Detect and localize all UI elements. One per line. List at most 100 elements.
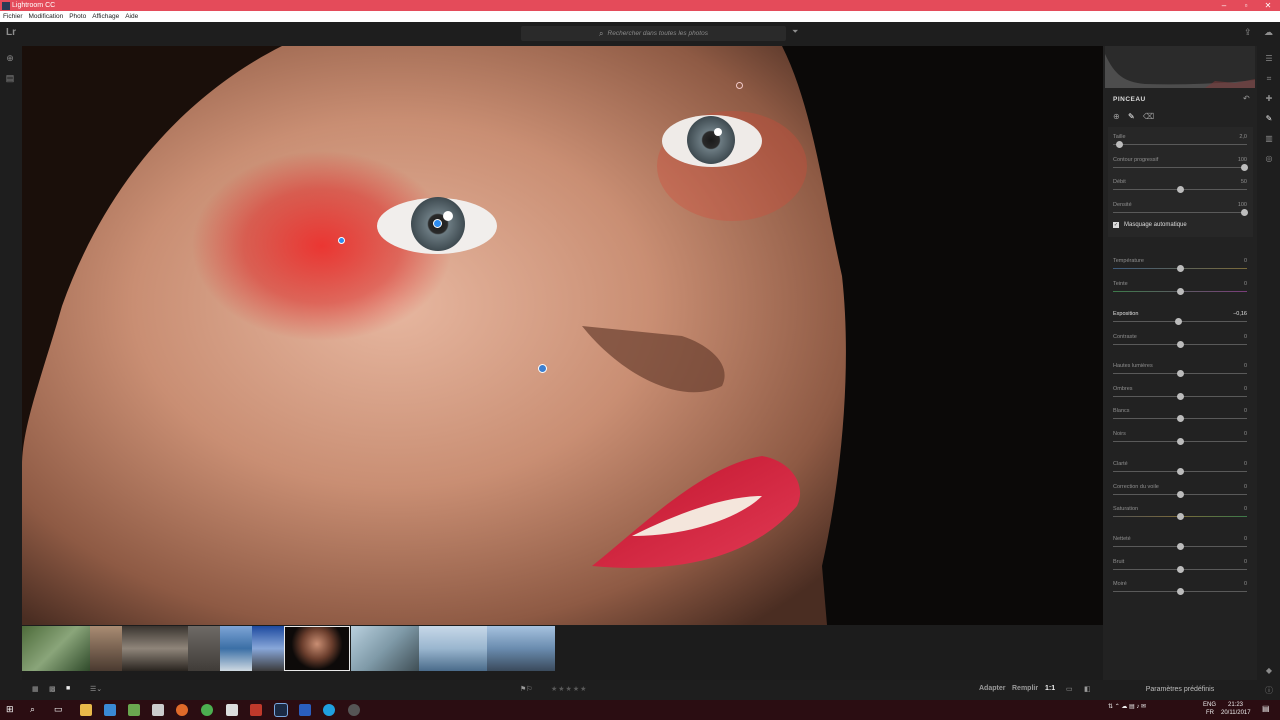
slider-knob[interactable] xyxy=(1177,543,1184,550)
menu-photo[interactable]: Photo xyxy=(69,13,86,20)
cloud-icon[interactable]: ☁ xyxy=(1264,27,1273,38)
brush-tool-icon[interactable]: ✎ xyxy=(1264,114,1274,124)
close-icon[interactable]: ✕ xyxy=(1257,0,1279,11)
library-icon[interactable]: ▤ xyxy=(5,73,15,83)
slider-value[interactable]: 100 xyxy=(1238,157,1247,163)
app-icon[interactable] xyxy=(128,704,140,716)
blacks-slider[interactable]: Noirs 0 xyxy=(1113,431,1247,451)
search-icon[interactable]: ⌕ xyxy=(30,704,42,716)
slider-value[interactable]: 0 xyxy=(1244,258,1247,264)
skype-icon[interactable] xyxy=(323,704,335,716)
slider-knob[interactable] xyxy=(1177,288,1184,295)
chrome-icon[interactable] xyxy=(201,704,213,716)
filmstrip-thumb[interactable] xyxy=(90,626,122,671)
crop-icon[interactable]: ⌗ xyxy=(1264,74,1274,84)
slider-value[interactable]: 0 xyxy=(1244,461,1247,467)
slider-knob[interactable] xyxy=(1177,341,1184,348)
slider-knob[interactable] xyxy=(1177,491,1184,498)
slider-knob[interactable] xyxy=(1177,513,1184,520)
slider-knob[interactable] xyxy=(1177,415,1184,422)
filmstrip-thumb-selected[interactable] xyxy=(284,626,350,671)
slider-value[interactable]: 0 xyxy=(1244,363,1247,369)
tag-icon[interactable]: ◆ xyxy=(1264,666,1274,676)
feather-slider[interactable]: Contour progressif 100 xyxy=(1113,157,1248,177)
healing-icon[interactable]: ✚ xyxy=(1264,94,1274,104)
filmstrip-thumb[interactable] xyxy=(122,626,188,671)
slider-value[interactable]: 0 xyxy=(1244,506,1247,512)
notifications-icon[interactable]: ▤ xyxy=(1262,704,1270,713)
saturation-slider[interactable]: Saturation 0 xyxy=(1113,506,1247,526)
slider-value[interactable]: 0 xyxy=(1244,536,1247,542)
detail-view-icon[interactable]: ■ xyxy=(66,685,70,692)
info-icon[interactable]: ⓘ xyxy=(1264,686,1274,696)
add-photo-icon[interactable]: ⊕ xyxy=(5,53,15,63)
slider-knob[interactable] xyxy=(1177,393,1184,400)
menu-aide[interactable]: Aide xyxy=(125,13,138,20)
checkbox[interactable]: ✓ xyxy=(1113,222,1119,228)
slider-value[interactable]: 0 xyxy=(1244,334,1247,340)
density-slider[interactable]: Densité 100 xyxy=(1113,202,1248,222)
auto-mask-toggle[interactable]: ✓ Masquage automatique xyxy=(1113,222,1187,228)
flow-slider[interactable]: Débit 50 xyxy=(1113,179,1247,199)
filmstrip-thumb[interactable] xyxy=(22,626,90,671)
tray-icons[interactable]: ⇅ ⌃ ☁ ▤ ♪ ✉ xyxy=(1108,703,1146,710)
filter-icon[interactable]: ⏷ xyxy=(792,27,798,37)
app-icon[interactable] xyxy=(348,704,360,716)
slider-knob[interactable] xyxy=(1177,186,1184,193)
menu-affichage[interactable]: Affichage xyxy=(92,13,119,20)
task-view-icon[interactable]: ▭ xyxy=(54,704,66,716)
keyboard-lang[interactable]: ENG xyxy=(1203,702,1216,708)
presets-button[interactable]: Paramètres prédéfinis xyxy=(1103,680,1257,700)
slider-value[interactable]: 0 xyxy=(1244,408,1247,414)
slider-value[interactable]: 0 xyxy=(1244,431,1247,437)
slider-knob[interactable] xyxy=(1177,265,1184,272)
clock-date[interactable]: 20/11/2017 xyxy=(1221,710,1251,716)
photo-canvas[interactable] xyxy=(22,46,1103,625)
menu-fichier[interactable]: Fichier xyxy=(3,13,23,20)
slider-knob[interactable] xyxy=(1175,318,1182,325)
windows-start-icon[interactable]: ⊞ xyxy=(6,704,18,716)
slider-value[interactable]: 100 xyxy=(1238,202,1247,208)
mail-app-icon[interactable] xyxy=(226,704,238,716)
slider-knob[interactable] xyxy=(1177,370,1184,377)
slider-value[interactable]: −0,16 xyxy=(1233,311,1247,317)
slider-knob[interactable] xyxy=(1177,438,1184,445)
filmstrip-thumb[interactable] xyxy=(351,626,419,671)
rating-stars[interactable]: ★★★★★ xyxy=(551,685,587,693)
eraser-icon[interactable]: ⌫ xyxy=(1143,112,1154,121)
search-input[interactable]: ⌕ Rechercher dans toutes les photos xyxy=(521,26,786,41)
firefox-icon[interactable] xyxy=(176,704,188,716)
whites-slider[interactable]: Blancs 0 xyxy=(1113,408,1247,428)
slider-knob[interactable] xyxy=(1177,588,1184,595)
linear-gradient-icon[interactable]: ▥ xyxy=(1264,134,1274,144)
noise-slider[interactable]: Bruit 0 xyxy=(1113,559,1247,579)
slider-knob[interactable] xyxy=(1241,164,1248,171)
maximize-icon[interactable]: ▫ xyxy=(1235,0,1257,11)
brush-icon[interactable]: ✎ xyxy=(1128,112,1135,121)
filmstrip-thumb[interactable] xyxy=(419,626,487,671)
slider-knob[interactable] xyxy=(1241,209,1248,216)
menu-modification[interactable]: Modification xyxy=(29,13,64,20)
slider-value[interactable]: 50 xyxy=(1241,179,1247,185)
size-slider[interactable]: Taille 2,0 xyxy=(1113,134,1247,154)
share-icon[interactable]: ⇪ xyxy=(1244,27,1252,38)
one-to-one-button[interactable]: 1:1 xyxy=(1045,685,1055,692)
slider-knob[interactable] xyxy=(1177,566,1184,573)
slider-value[interactable]: 2,0 xyxy=(1239,134,1247,140)
keyboard-region[interactable]: FR xyxy=(1206,710,1214,716)
fill-button[interactable]: Remplir xyxy=(1012,685,1038,692)
tint-slider[interactable]: Teinte 0 xyxy=(1113,281,1247,301)
calculator-icon[interactable] xyxy=(152,704,164,716)
clarity-slider[interactable]: Clarté 0 xyxy=(1113,461,1247,481)
sharpness-slider[interactable]: Netteté 0 xyxy=(1113,536,1247,556)
clock-time[interactable]: 21:23 xyxy=(1228,702,1243,708)
lightroom-taskbar-icon[interactable] xyxy=(274,703,288,717)
fit-button[interactable]: Adapter xyxy=(979,685,1005,692)
sliders-icon[interactable]: ☰ xyxy=(1264,54,1274,64)
filmstrip-thumb[interactable] xyxy=(188,626,220,671)
slider-value[interactable]: 0 xyxy=(1244,484,1247,490)
filezilla-icon[interactable] xyxy=(250,704,262,716)
contrast-slider[interactable]: Contraste 0 xyxy=(1113,334,1247,354)
moire-slider[interactable]: Moiré 0 xyxy=(1113,581,1247,601)
highlights-slider[interactable]: Hautes lumières 0 xyxy=(1113,363,1247,383)
